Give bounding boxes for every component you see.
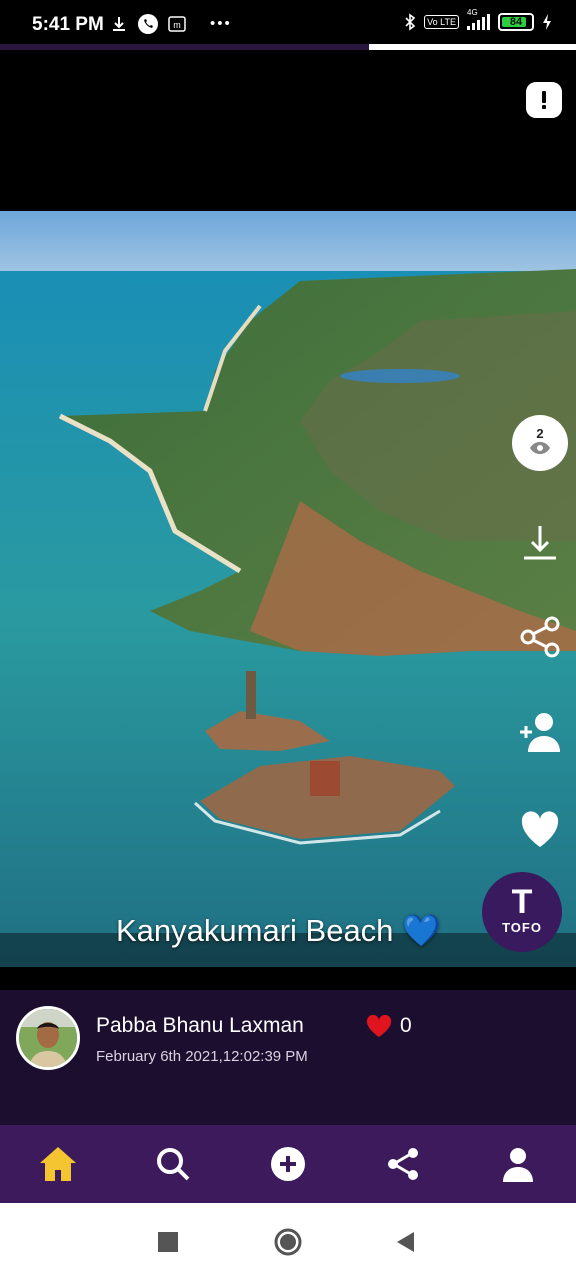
- tofo-logo-text: TOFO: [502, 920, 542, 935]
- post-date: February 6th 2021,12:02:39 PM: [96, 1048, 308, 1065]
- signal-icon: 4G: [467, 8, 490, 30]
- volte-icon: Vo LTE: [424, 15, 459, 29]
- views-icon: [530, 442, 550, 454]
- charging-icon: [543, 14, 551, 30]
- battery-icon: 84: [498, 13, 534, 31]
- like-icon[interactable]: [518, 807, 562, 851]
- post-photo[interactable]: [0, 211, 576, 967]
- nav-create[interactable]: [258, 1134, 318, 1194]
- follow-icon[interactable]: [518, 710, 562, 754]
- status-bar: 5:41 PM m ••• Vo LTE 4G 84: [0, 0, 576, 44]
- avatar[interactable]: [16, 1006, 80, 1070]
- report-button[interactable]: [526, 82, 562, 118]
- share-icon[interactable]: [518, 615, 562, 659]
- back-icon[interactable]: [391, 1227, 421, 1257]
- download-icon: [113, 17, 125, 31]
- nav-search[interactable]: [143, 1134, 203, 1194]
- more-dots-icon: •••: [210, 15, 232, 32]
- nav-share[interactable]: [373, 1134, 433, 1194]
- nav-profile[interactable]: [488, 1134, 548, 1194]
- story-progress-fill: [368, 44, 576, 50]
- story-progress-track: [0, 44, 576, 50]
- heart-icon: [366, 1015, 392, 1037]
- system-nav-bar: [0, 1203, 576, 1280]
- profile-icon: [503, 1148, 534, 1182]
- share-icon: [388, 1148, 419, 1180]
- user-name[interactable]: Pabba Bhanu Laxman: [96, 1014, 304, 1038]
- download-icon[interactable]: [518, 520, 562, 564]
- post-info-panel: Pabba Bhanu Laxman 0 February 6th 2021,1…: [0, 990, 576, 1125]
- tofo-logo[interactable]: T TOFO: [482, 872, 562, 952]
- recents-icon[interactable]: [153, 1227, 183, 1257]
- phone-icon: [138, 14, 158, 34]
- alert-icon: [542, 91, 546, 109]
- system-status-icons: Vo LTE 4G 84: [404, 8, 552, 31]
- search-icon: [156, 1148, 190, 1181]
- bottom-nav: [0, 1125, 576, 1203]
- battery-percent: 84: [509, 16, 523, 28]
- tofo-mark-icon: T: [511, 883, 533, 921]
- add-icon: [270, 1147, 305, 1181]
- nav-home[interactable]: [28, 1134, 88, 1194]
- bluetooth-icon: [405, 13, 416, 31]
- like-count: 0: [400, 1014, 412, 1037]
- home-icon: [39, 1147, 76, 1181]
- status-time: 5:41 PM: [32, 14, 104, 35]
- notification-icons: m •••: [110, 14, 232, 34]
- views-count: 2: [536, 426, 544, 441]
- views-badge[interactable]: 2: [512, 415, 568, 471]
- post-caption: Kanyakumari Beach 💙: [116, 913, 441, 948]
- home-circle-icon[interactable]: [273, 1227, 303, 1257]
- network-type-label: 4G: [467, 8, 478, 17]
- like-counter[interactable]: 0: [366, 1014, 412, 1038]
- svg-text:m: m: [173, 20, 181, 30]
- m-badge-icon: m: [168, 16, 186, 32]
